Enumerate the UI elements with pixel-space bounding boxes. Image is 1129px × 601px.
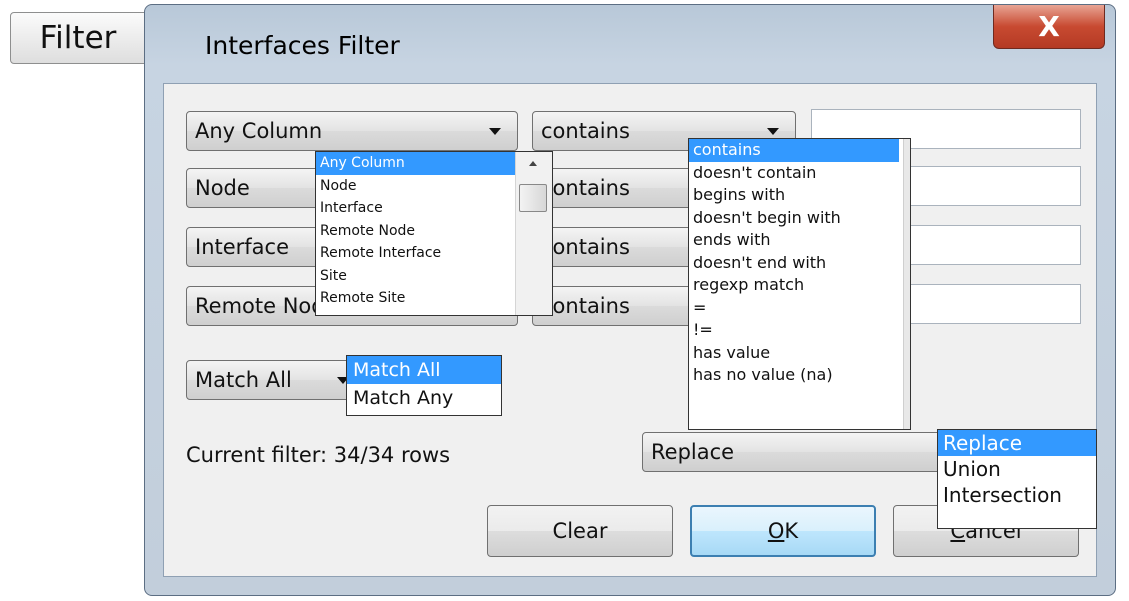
list-item[interactable]: Match All: [347, 356, 501, 384]
chevron-down-icon: [767, 128, 779, 135]
list-item[interactable]: has no value (na): [689, 364, 899, 387]
list-item[interactable]: Remote Interface: [316, 242, 516, 265]
close-button[interactable]: X: [993, 5, 1105, 49]
operator-select-value: contains: [541, 119, 630, 143]
operator-select-value: contains: [541, 176, 630, 200]
list-item[interactable]: Any Column: [316, 152, 516, 175]
list-item[interactable]: doesn't begin with: [689, 207, 899, 230]
current-filter-status: Current filter: 34/34 rows: [186, 443, 451, 467]
list-item[interactable]: Replace: [938, 430, 1096, 456]
column-select-value: Any Column: [195, 119, 323, 143]
column-select-value: Interface: [195, 235, 290, 259]
list-item[interactable]: Union: [938, 456, 1096, 482]
ok-button-label: OK: [767, 519, 799, 543]
ok-button[interactable]: OK: [690, 505, 876, 557]
list-item[interactable]: =: [689, 297, 899, 320]
list-item[interactable]: Intersection: [938, 482, 1096, 508]
column-select-value: Node: [195, 176, 250, 200]
list-item[interactable]: contains: [689, 139, 899, 162]
list-item[interactable]: Site: [316, 265, 516, 288]
scroll-thumb[interactable]: [519, 184, 547, 212]
filter-button-label[interactable]: Filter: [11, 13, 145, 63]
list-item[interactable]: Match Any: [347, 384, 501, 412]
column-dropdown-list[interactable]: Any Column Node Interface Remote Node Re…: [315, 151, 553, 316]
clear-button[interactable]: Clear: [487, 505, 673, 557]
operator-dropdown-list[interactable]: contains doesn't contain begins with doe…: [688, 138, 911, 430]
match-select-value: Match All: [195, 368, 292, 392]
list-item[interactable]: regexp match: [689, 274, 899, 297]
merge-dropdown-list[interactable]: Replace Union Intersection: [937, 429, 1097, 529]
merge-mode-select[interactable]: Replace: [642, 432, 942, 472]
clear-button-label: Clear: [552, 519, 608, 543]
operator-select-value: contains: [541, 294, 630, 318]
column-select-1[interactable]: Any Column: [186, 111, 518, 151]
list-item[interactable]: !=: [689, 319, 899, 342]
match-select[interactable]: Match All: [186, 360, 366, 400]
match-dropdown-list[interactable]: Match All Match Any: [346, 355, 502, 416]
close-icon: X: [1038, 10, 1060, 43]
list-item[interactable]: Interface: [316, 197, 516, 220]
list-item[interactable]: Node: [316, 175, 516, 198]
scrollbar[interactable]: [903, 139, 910, 429]
dialog-title: Interfaces Filter: [205, 31, 400, 60]
list-item[interactable]: Remote Node: [316, 220, 516, 243]
scrollbar[interactable]: [515, 152, 552, 315]
list-item[interactable]: has value: [689, 342, 899, 365]
list-item[interactable]: Remote Site: [316, 287, 516, 310]
merge-mode-value: Replace: [651, 440, 735, 464]
chevron-down-icon: [489, 128, 501, 135]
list-item[interactable]: doesn't contain: [689, 162, 899, 185]
list-item[interactable]: doesn't end with: [689, 252, 899, 275]
operator-select-value: contains: [541, 235, 630, 259]
list-item[interactable]: ends with: [689, 229, 899, 252]
list-item[interactable]: begins with: [689, 184, 899, 207]
scroll-up-icon[interactable]: [529, 161, 537, 166]
